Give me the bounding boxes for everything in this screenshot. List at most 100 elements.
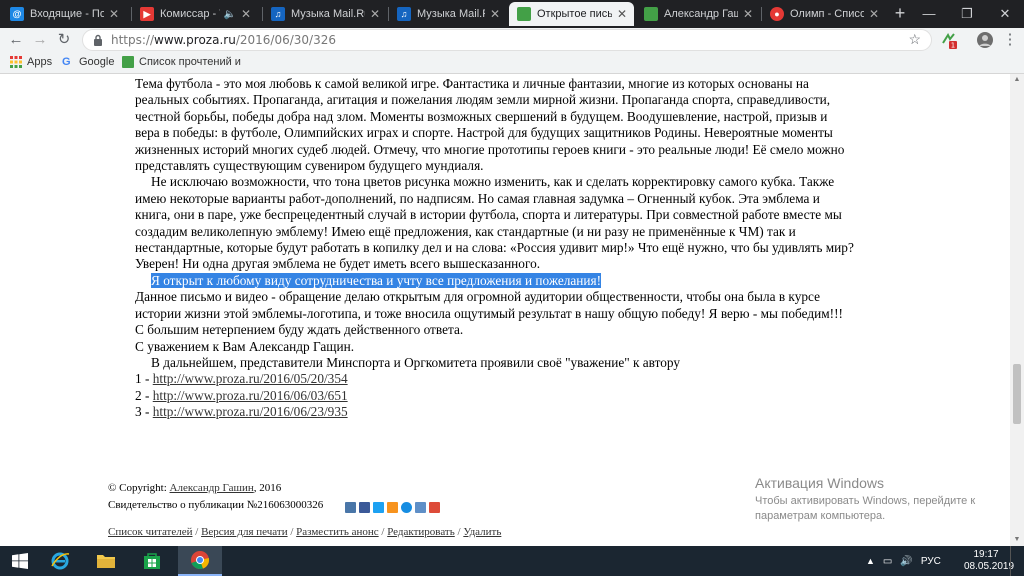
close-icon[interactable]: ✕ [489, 7, 501, 21]
store-icon [144, 553, 160, 569]
tab-olymp[interactable]: ● Олимп - Список с ✕ [762, 2, 886, 26]
input-language[interactable]: РУС [921, 556, 941, 567]
delete-link[interactable]: Удалить [463, 526, 501, 538]
internet-explorer-icon [51, 552, 70, 570]
show-desktop-button[interactable] [1010, 546, 1024, 576]
google-icon: G [62, 56, 71, 68]
start-button[interactable] [0, 546, 40, 576]
facebook-icon[interactable] [359, 502, 370, 513]
livejournal-icon[interactable] [415, 502, 426, 513]
svg-text:1: 1 [951, 42, 955, 50]
bookmark-reading-list[interactable]: Список прочтений и [122, 56, 241, 68]
copyright: © Copyright: Александр Гашин, 2016 [108, 482, 282, 494]
reload-button[interactable]: ↻ [54, 30, 74, 50]
menu-kebab-icon[interactable]: ⋮ [1000, 30, 1020, 50]
readers-list-link[interactable]: Список читателей [108, 526, 193, 538]
youtube-icon: ▶ [140, 7, 154, 21]
taskbar-internet-explorer[interactable] [40, 546, 80, 576]
show-hidden-icons[interactable]: ▲ [866, 556, 875, 566]
mail-icon: @ [10, 7, 24, 21]
close-icon[interactable]: ✕ [742, 7, 754, 21]
mailru-music-icon: ♫ [397, 7, 411, 21]
forward-button[interactable]: → [30, 30, 50, 50]
close-icon[interactable]: ✕ [108, 7, 120, 21]
back-button[interactable]: ← [6, 30, 26, 50]
olymp-icon: ● [770, 7, 784, 21]
extension-icon[interactable]: 1 [940, 31, 958, 49]
close-icon[interactable]: ✕ [369, 7, 381, 21]
windows-logo-icon [12, 553, 28, 569]
lock-icon [94, 34, 102, 46]
close-window-button[interactable]: ✕ [986, 0, 1024, 28]
post-announcement-link[interactable]: Разместить анонс [296, 526, 379, 538]
system-tray: ▲ ▭ 🔊 РУС [866, 546, 941, 576]
network-icon[interactable]: ▭ [883, 556, 892, 567]
avatar[interactable] [976, 31, 994, 49]
article-paragraph: Не исключаю возможности, что тона цветов… [135, 174, 854, 272]
close-icon[interactable]: ✕ [240, 7, 252, 21]
social-share-buttons [345, 502, 440, 513]
article-signature: С уважением к Вам Александр Гащин. [135, 338, 355, 354]
print-version-link[interactable]: Версия для печати [201, 526, 288, 538]
speaker-icon[interactable]: 🔈 [224, 9, 236, 20]
scroll-up-icon[interactable]: ▲ [1013, 76, 1021, 84]
proza-icon [122, 56, 134, 68]
close-icon[interactable]: ✕ [868, 7, 880, 21]
article-paragraph: Я открыт к любому виду сотрудничества и … [135, 272, 855, 289]
address-bar[interactable]: https://www.proza.ru/2016/06/30/326 ☆ [82, 29, 932, 51]
minimize-button[interactable]: — [910, 0, 948, 28]
windows-taskbar: ▲ ▭ 🔊 РУС 19:17 08.05.2019 [0, 546, 1024, 576]
proza-icon [644, 7, 658, 21]
tab-gashin[interactable]: Александр Гашин ✕ [636, 2, 760, 26]
tab-open-letter[interactable]: Открытое письмо ✕ [509, 2, 634, 26]
taskbar-chrome[interactable] [178, 546, 222, 576]
tab-music-2[interactable]: ♫ Музыка Mail.Ru - ✕ [389, 2, 507, 26]
taskbar-file-explorer[interactable] [86, 546, 126, 576]
article-link-1[interactable]: http://www.proza.ru/2016/05/20/354 [153, 371, 348, 386]
twitter-icon[interactable] [373, 502, 384, 513]
bookmarks-bar: Apps G Google Список прочтений и [0, 52, 1024, 74]
browser-toolbar: ← → ↻ https://www.proza.ru/2016/06/30/32… [0, 28, 1024, 52]
footer-links: Список читателей / Версия для печати / Р… [108, 526, 502, 538]
proza-icon [517, 7, 531, 21]
maximize-button[interactable]: ❐ [948, 0, 986, 28]
scrollbar-thumb[interactable] [1013, 364, 1021, 424]
mailru-music-icon: ♫ [271, 7, 285, 21]
scroll-down-icon[interactable]: ▼ [1013, 536, 1021, 544]
author-link[interactable]: Александр Гашин [170, 482, 254, 494]
bookmark-google[interactable]: G Google [62, 56, 114, 68]
tab-strip: @ Входящие - Почта ✕ ▶ Комиссар - Ты 🔈 ✕… [0, 0, 1024, 28]
list-item: 1 - http://www.proza.ru/2016/05/20/354 [135, 371, 348, 387]
folder-icon [97, 555, 115, 568]
edit-link[interactable]: Редактировать [387, 526, 455, 538]
article-paragraph: С большим нетерпением буду ждать действе… [135, 322, 464, 338]
article-paragraph: Данное письмо и видео - обращение делаю … [135, 289, 843, 321]
tab-music-1[interactable]: ♫ Музыка Mail.Ru - ✕ [263, 2, 387, 26]
taskbar-clock[interactable]: 19:17 08.05.2019 [964, 549, 1014, 573]
article-paragraph: Тема футбола - это моя любовь к самой ве… [135, 76, 845, 174]
bookmark-star-icon[interactable]: ☆ [908, 31, 921, 48]
bookmark-apps[interactable]: Apps [10, 56, 52, 68]
page-footer: © Copyright: Александр Гашин, 2016 Свиде… [108, 482, 708, 538]
vk-icon[interactable] [345, 502, 356, 513]
close-icon[interactable]: ✕ [616, 7, 628, 21]
url-text: https://www.proza.ru/2016/06/30/326 [111, 33, 336, 47]
google-plus-icon[interactable] [429, 502, 440, 513]
mailru-icon[interactable] [401, 502, 412, 513]
odnoklassniki-icon[interactable] [387, 502, 398, 513]
article-link-2[interactable]: http://www.proza.ru/2016/06/03/651 [153, 388, 348, 403]
tab-komissar[interactable]: ▶ Комиссар - Ты 🔈 ✕ [132, 2, 258, 26]
selected-text: Я открыт к любому виду сотрудничества и … [151, 272, 602, 288]
chrome-icon [191, 551, 210, 570]
new-tab-button[interactable]: + [890, 4, 910, 24]
article-body: Тема футбола - это моя любовь к самой ве… [135, 76, 855, 421]
article-link-3[interactable]: http://www.proza.ru/2016/06/23/935 [153, 404, 348, 419]
tab-inbox[interactable]: @ Входящие - Почта ✕ [2, 2, 126, 26]
volume-icon[interactable]: 🔊 [900, 556, 912, 567]
list-item: 2 - http://www.proza.ru/2016/06/03/651 [135, 387, 348, 403]
taskbar-store[interactable] [132, 546, 172, 576]
vertical-scrollbar[interactable]: ▲ ▼ [1010, 74, 1024, 546]
apps-grid-icon [10, 56, 22, 68]
list-item: 3 - http://www.proza.ru/2016/06/23/935 [135, 404, 348, 420]
windows-activation-watermark: Активация Windows Чтобы активировать Win… [755, 475, 976, 522]
